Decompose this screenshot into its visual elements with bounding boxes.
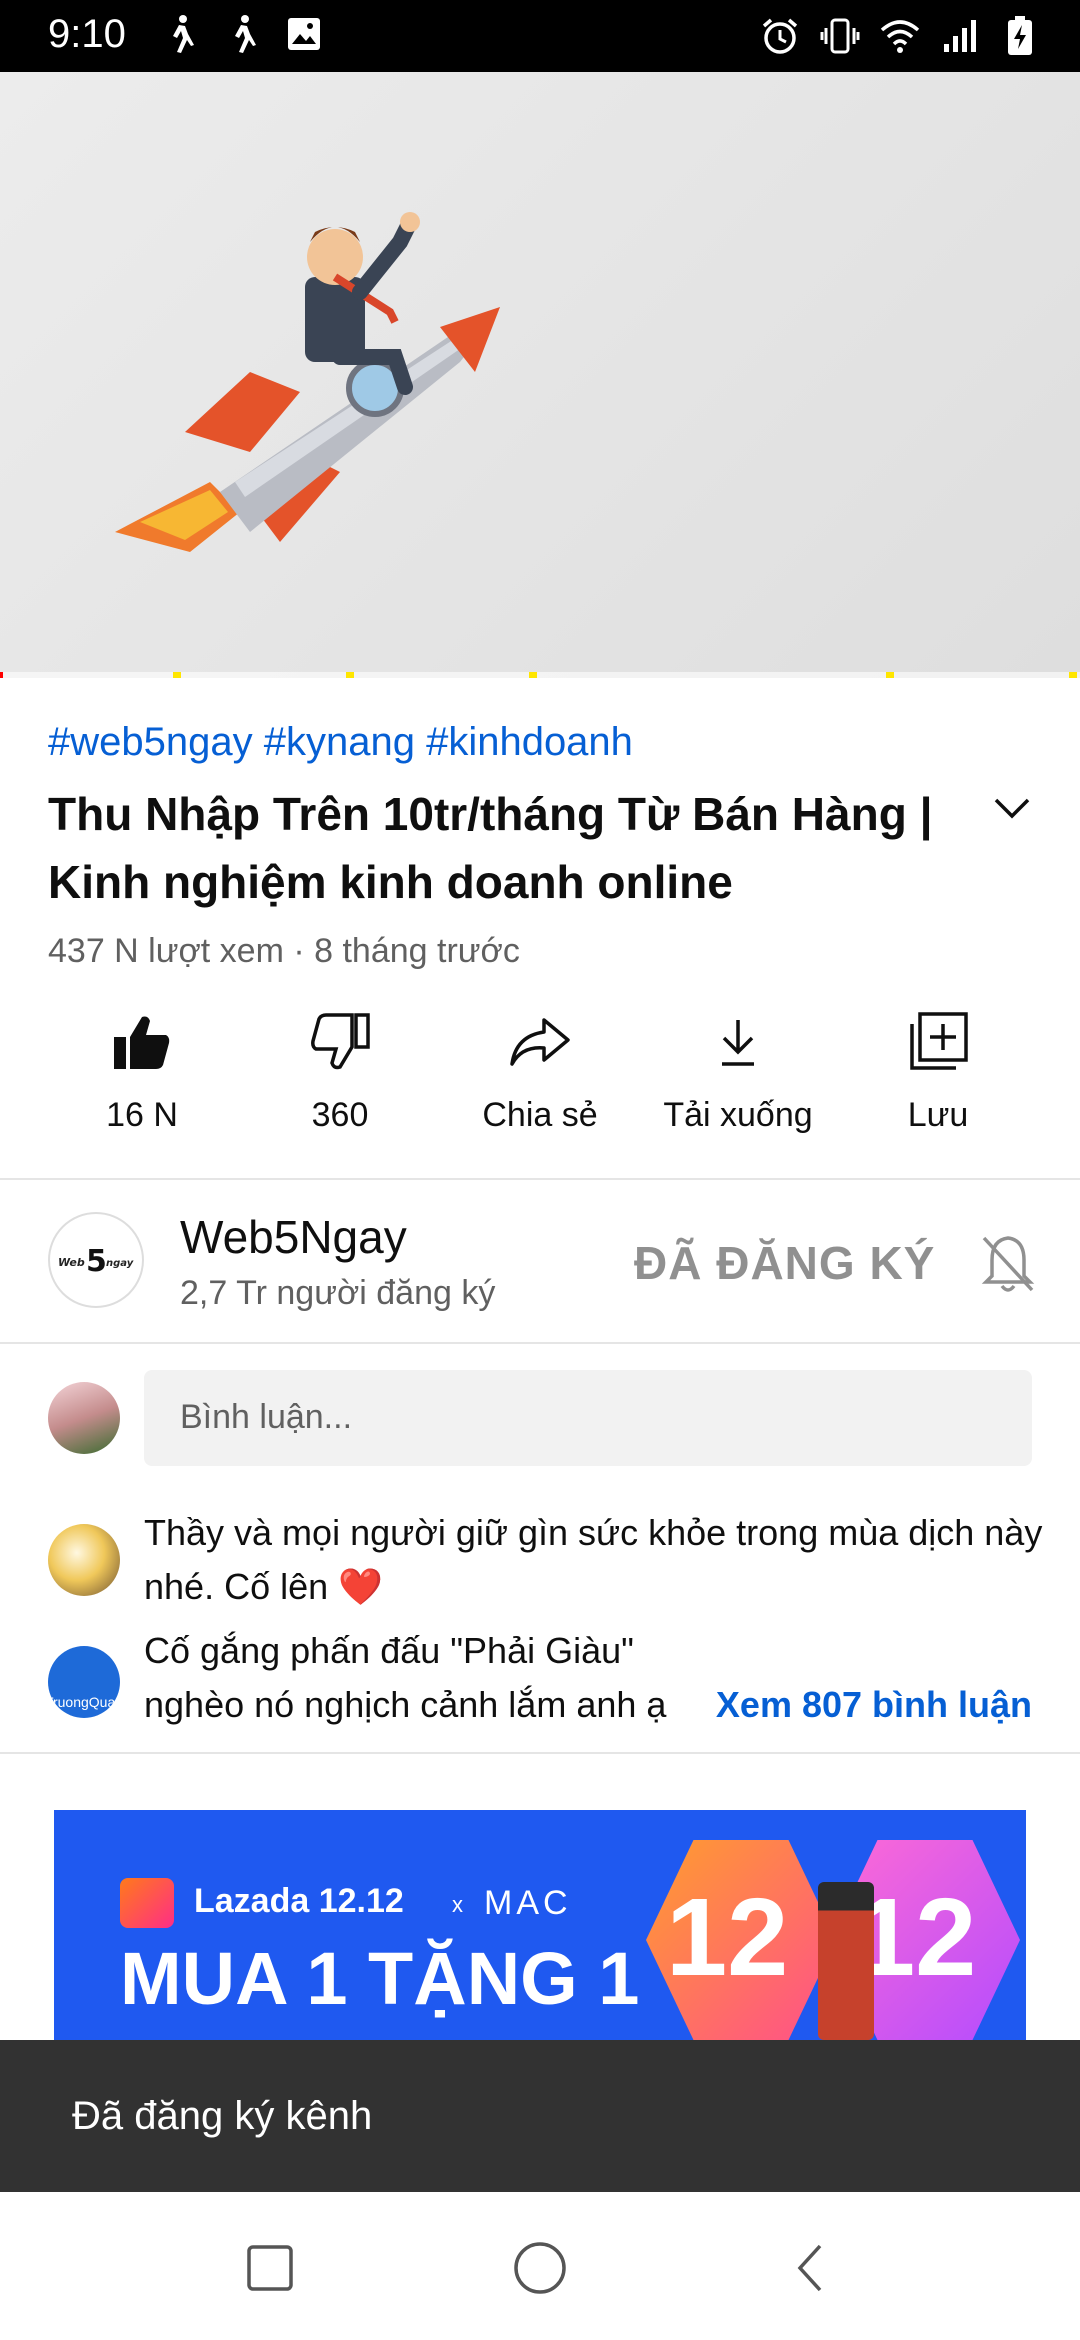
see-all-comments-link[interactable]: Xem 807 bình luận <box>716 1684 1032 1726</box>
ad-marker <box>885 672 894 678</box>
like-button[interactable]: 16 N <box>42 1010 242 1135</box>
share-label: Chia sẻ <box>482 1096 598 1134</box>
svg-text:ngay: ngay <box>106 1258 134 1269</box>
download-label: Tải xuống <box>663 1096 813 1134</box>
notification-bell-button[interactable] <box>976 1228 1040 1300</box>
ad-marker <box>345 672 354 678</box>
ad-marker <box>529 672 538 678</box>
hashtags[interactable]: #web5ngay #kynang #kinhdoanh <box>48 720 633 765</box>
signal-icon <box>940 14 980 58</box>
home-icon <box>514 2242 566 2294</box>
comment-text[interactable]: nghèo nó nghịch cảnh lắm anh ạ <box>144 1684 666 1726</box>
status-left-icons <box>160 12 324 56</box>
snackbar-text: Đã đăng ký kênh <box>72 2094 373 2138</box>
recents-icon <box>247 2245 293 2291</box>
walk-icon <box>222 12 262 56</box>
save-button[interactable]: Lưu <box>838 1010 1038 1135</box>
divider <box>0 1178 1080 1180</box>
dislike-button[interactable]: 360 <box>240 1010 440 1135</box>
ad-collab-x: x <box>452 1892 463 1917</box>
download-button[interactable]: Tải xuống <box>638 1010 838 1135</box>
action-row: 16 N 360 Chia sẻ Tải xuống Lưu <box>0 1010 1080 1160</box>
snackbar: Đã đăng ký kênh <box>0 2040 1080 2192</box>
video-player[interactable] <box>0 72 1080 678</box>
status-bar: 9:10 <box>0 0 1080 72</box>
like-count: 16 N <box>106 1096 178 1134</box>
svg-text:Web: Web <box>58 1256 85 1269</box>
comment-input[interactable]: Bình luận... <box>144 1370 1032 1466</box>
expand-description-button[interactable] <box>984 780 1040 836</box>
channel-subscribers: 2,7 Tr người đăng ký <box>180 1274 496 1312</box>
lipstick-icon <box>818 1882 874 2040</box>
channel-logo-icon: Web 5 ngay <box>58 1244 134 1279</box>
add-to-playlist-icon <box>906 1010 970 1074</box>
image-icon <box>284 12 324 56</box>
navigation-bar <box>0 2192 1080 2340</box>
video-meta: 437 N lượt xem · 8 tháng trước <box>48 932 520 970</box>
channel-avatar[interactable]: Web 5 ngay <box>48 1212 144 1308</box>
channel-name[interactable]: Web5Ngay <box>180 1210 407 1264</box>
ad-brand: Lazada 12.12 <box>194 1882 404 1920</box>
dislike-count: 360 <box>311 1096 369 1134</box>
save-label: Lưu <box>907 1096 969 1134</box>
video-title[interactable]: Thu Nhập Trên 10tr/tháng Từ Bán Hàng | K… <box>48 780 948 916</box>
home-button[interactable] <box>500 2228 580 2308</box>
rocket-illustration <box>115 212 500 552</box>
commenter-avatar: TruongQuan <box>48 1646 120 1718</box>
recents-button[interactable] <box>230 2228 310 2308</box>
share-button[interactable]: Chia sẻ <box>440 1010 640 1135</box>
ad-collab-brand: MAC <box>484 1884 572 1922</box>
walk-icon <box>160 12 200 56</box>
divider <box>0 1752 1080 1754</box>
svg-text:5: 5 <box>86 1244 107 1279</box>
ad-marker <box>1069 672 1078 678</box>
progress-track[interactable] <box>0 672 1080 678</box>
thumbs-down-icon <box>308 1010 372 1074</box>
back-button[interactable] <box>770 2228 850 2308</box>
progress-fill <box>0 672 4 678</box>
bell-off-icon <box>981 1236 1035 1292</box>
status-right-icons <box>760 14 1040 58</box>
comment-text[interactable]: Cố gắng phấn đấu "Phải Giàu" <box>144 1630 634 1672</box>
avatar-text: TruongQuan <box>48 1694 120 1710</box>
alarm-icon <box>760 14 800 58</box>
wifi-icon <box>880 14 920 58</box>
comment-text[interactable]: Thầy và mọi người giữ gìn sức khỏe trong… <box>144 1506 1044 1614</box>
ad-banner[interactable]: Lazada 12.12 x MAC MUA 1 TẶNG 1 12 12 <box>54 1810 1026 2040</box>
user-avatar <box>48 1382 120 1454</box>
battery-charging-icon <box>1000 14 1040 58</box>
divider <box>0 1342 1080 1344</box>
subscribed-button[interactable]: ĐÃ ĐĂNG KÝ <box>634 1236 935 1290</box>
lazada-logo-icon <box>120 1878 174 1928</box>
status-time: 9:10 <box>48 12 126 56</box>
commenter-avatar <box>48 1524 120 1596</box>
ad-number: 12 <box>666 1876 789 1999</box>
ad-marker <box>172 672 181 678</box>
chevron-down-icon <box>994 798 1030 819</box>
vibrate-icon <box>820 14 860 58</box>
download-icon <box>706 1010 770 1074</box>
ad-promo-text: MUA 1 TẶNG 1 <box>120 1937 640 2020</box>
thumbs-up-icon <box>110 1010 174 1074</box>
back-icon <box>797 2244 822 2292</box>
share-icon <box>508 1010 572 1074</box>
